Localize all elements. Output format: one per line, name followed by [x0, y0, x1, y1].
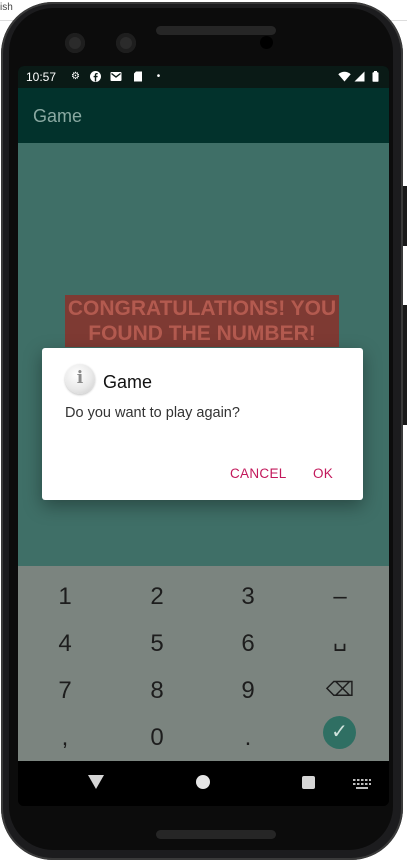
key-9[interactable]: 9	[218, 677, 278, 705]
back-icon[interactable]	[88, 775, 104, 794]
keyboard-icon[interactable]	[353, 777, 371, 795]
play-again-dialog: i Game Do you want to play again? CANCEL…	[42, 348, 363, 500]
front-camera	[65, 33, 85, 53]
key-4[interactable]: 4	[35, 630, 95, 658]
ok-button[interactable]: OK	[313, 466, 333, 481]
battery-icon	[370, 71, 381, 82]
key-7[interactable]: 7	[35, 677, 95, 705]
power-button	[403, 186, 407, 246]
dialog-message: Do you want to play again?	[65, 405, 240, 421]
navigation-bar	[18, 761, 389, 806]
info-icon: i	[65, 364, 95, 394]
key-5[interactable]: 5	[127, 630, 187, 658]
device-screen: 10:57 ⚙ • Game CONGRATULATIONS! YOU FOUN…	[18, 66, 389, 806]
wifi-icon	[338, 71, 351, 82]
gmail-icon	[110, 71, 122, 82]
key-6[interactable]: 6	[218, 630, 278, 658]
key-2[interactable]: 2	[127, 583, 187, 611]
cancel-button[interactable]: CANCEL	[230, 466, 287, 481]
status-bar: 10:57 ⚙ •	[18, 66, 389, 88]
volume-button	[403, 305, 407, 425]
sd-card-icon	[132, 71, 143, 82]
dialog-title: Game	[103, 372, 153, 392]
proximity-sensor	[260, 36, 273, 49]
key-minus[interactable]: –	[310, 583, 370, 611]
enter-key[interactable]: ✓	[323, 716, 356, 749]
home-icon[interactable]	[196, 775, 210, 789]
signal-icon	[354, 71, 365, 82]
backspace-key[interactable]: ⌫	[310, 677, 370, 702]
numeric-keyboard: 1 2 3 – 4 5 6 ␣ 7 8 9 ⌫ , 0 . ✓	[18, 566, 389, 761]
key-space[interactable]: ␣	[310, 626, 370, 652]
key-8[interactable]: 8	[127, 677, 187, 705]
earpiece-speaker	[156, 26, 276, 35]
recents-icon[interactable]	[302, 776, 315, 789]
app-title: Game	[33, 106, 83, 126]
key-comma[interactable]: ,	[35, 724, 95, 752]
key-3[interactable]: 3	[218, 583, 278, 611]
background-window-fragment: ish	[0, 2, 13, 13]
front-camera-secondary	[116, 33, 136, 53]
dot-icon: •	[156, 71, 161, 82]
status-time: 10:57	[26, 70, 57, 84]
congratulations-banner: CONGRATULATIONS! YOU FOUND THE NUMBER!	[65, 295, 339, 347]
bottom-speaker	[156, 830, 276, 839]
key-0[interactable]: 0	[127, 724, 187, 752]
facebook-icon	[90, 71, 101, 82]
key-1[interactable]: 1	[35, 583, 95, 611]
settings-icon: ⚙	[71, 71, 80, 82]
key-period[interactable]: .	[218, 724, 278, 752]
